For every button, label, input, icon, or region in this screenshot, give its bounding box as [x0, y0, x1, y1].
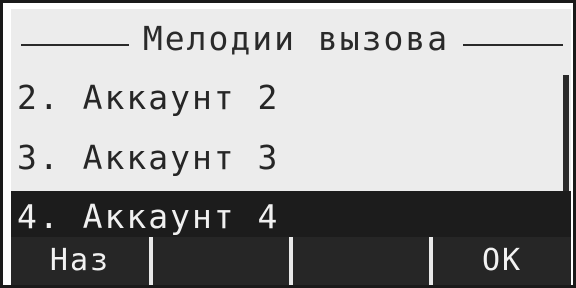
- screen-title: Мелодии вызова: [142, 19, 450, 58]
- softkey-3[interactable]: [293, 237, 429, 285]
- scrollbar[interactable]: [563, 75, 569, 191]
- phone-display: Мелодии вызова 2. Аккаунт 2 3. Аккаунт 3…: [0, 0, 576, 288]
- lcd-screen: Мелодии вызова 2. Аккаунт 2 3. Аккаунт 3…: [11, 9, 571, 285]
- menu-item-account-3[interactable]: 3. Аккаунт 3: [11, 131, 563, 185]
- softkey-bar: Наз OK: [11, 237, 571, 285]
- menu-item-account-4[interactable]: 4. Аккаунт 4: [11, 191, 571, 243]
- softkey-back[interactable]: Наз: [11, 237, 149, 285]
- title-rule-right: [463, 44, 563, 46]
- menu-item-account-2[interactable]: 2. Аккаунт 2: [11, 71, 563, 125]
- scrollbar-thumb[interactable]: [565, 75, 567, 191]
- softkey-ok[interactable]: OK: [433, 237, 571, 285]
- softkey-2[interactable]: [153, 237, 289, 285]
- title-rule-left: [21, 44, 129, 46]
- title-bar: Мелодии вызова: [11, 9, 571, 71]
